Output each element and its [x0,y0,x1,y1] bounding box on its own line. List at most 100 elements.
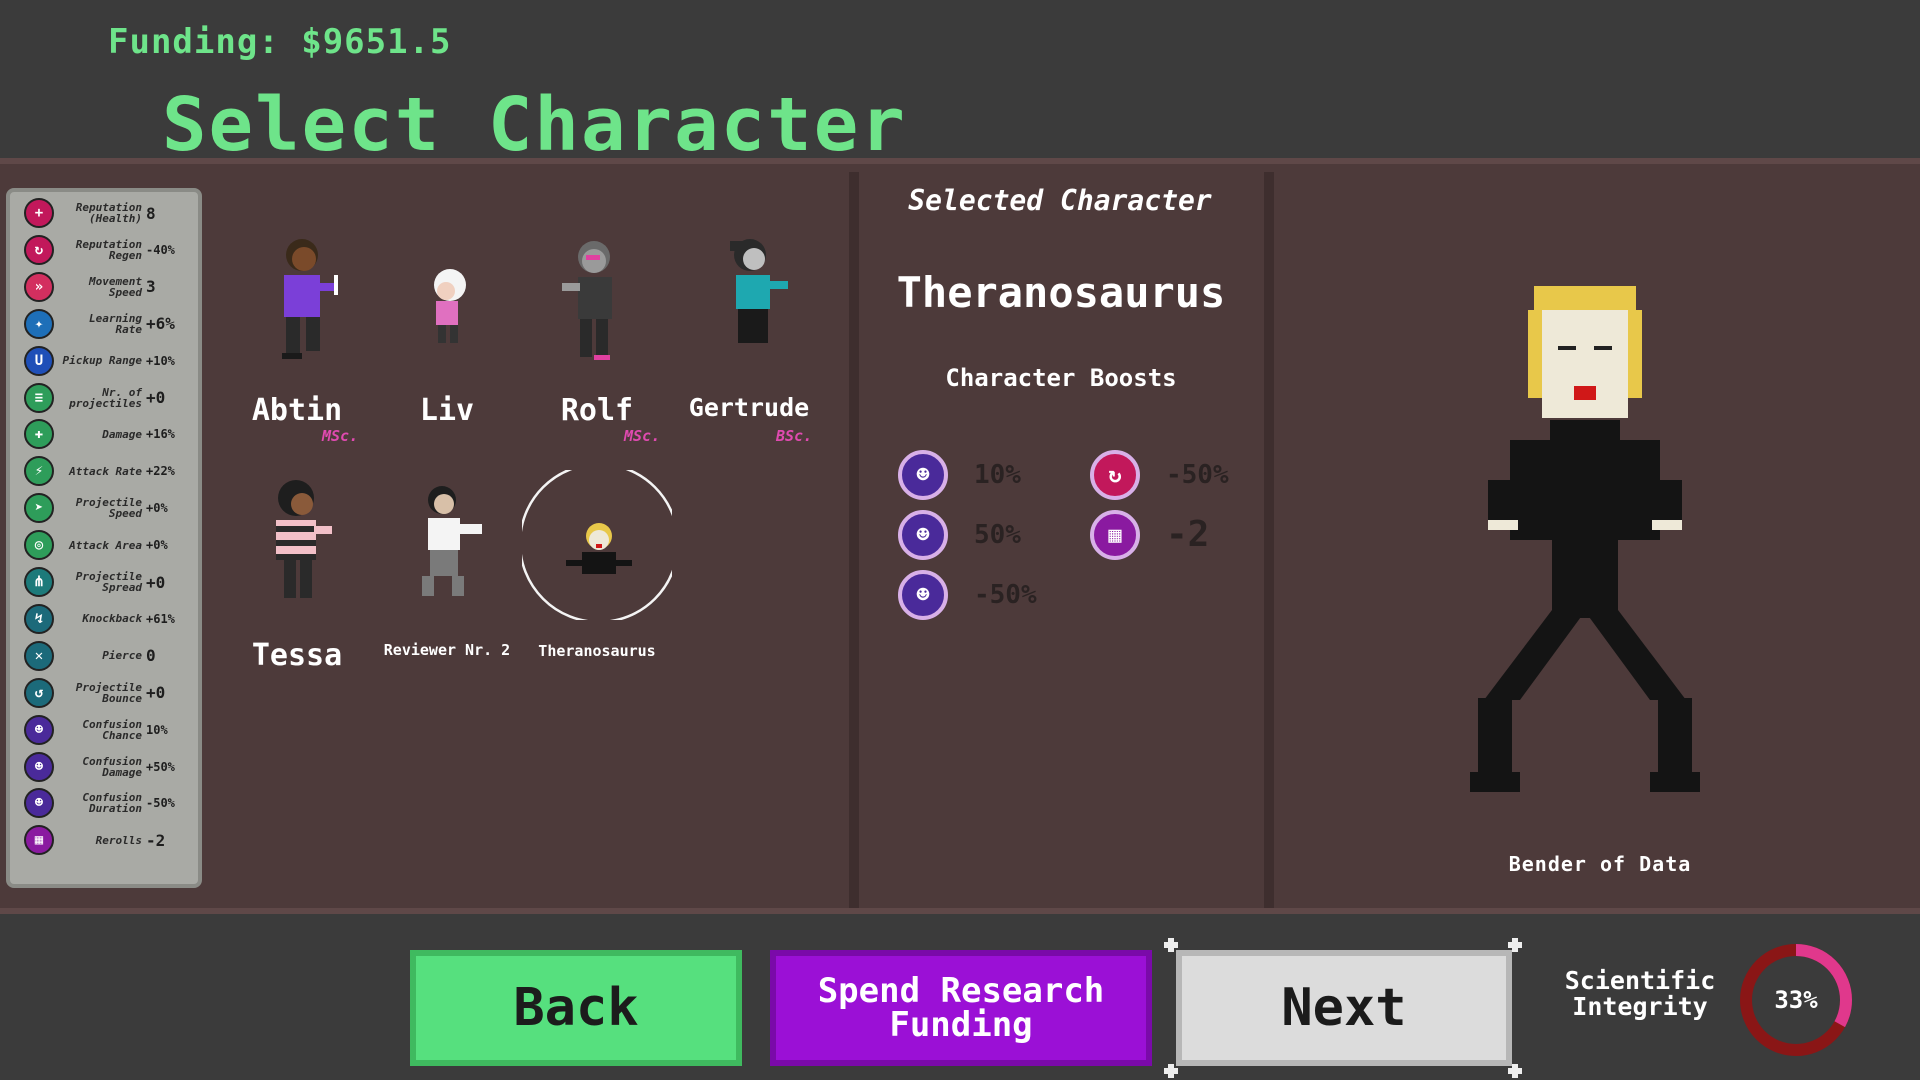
stats-panel: + Reputation (Health) 8 ↻ Reputation Regen -4… [6,188,202,888]
stat-label: Rerolls [95,833,142,847]
character-title: Bender of Data [1508,852,1692,876]
boost-value: -2 [1166,514,1210,555]
stat-label: Movement Speed [89,274,142,299]
stat-value: 10% [146,722,168,737]
stat-row: ✕ Pierce 0 [16,639,196,673]
stat-row: ⋔ Projectile Spread +0 [16,565,196,599]
preview-leg-left [1484,610,1586,700]
character-degree: MSc. [322,427,359,445]
back-button[interactable]: Back [410,950,742,1066]
speed-icon: » [24,271,54,302]
stat-label: Attack Rate [69,464,142,478]
scientific-integrity-value: 33% [1774,986,1818,1014]
stat-label: Damage [102,427,142,441]
confusion-chance-icon: ☻ [898,450,948,500]
funding-display: Funding: $9651.5 [108,22,452,62]
selection-corner-icon [1508,1064,1522,1078]
stat-row: ✚ Damage +16% [16,417,196,451]
pierce-icon: ✕ [24,640,54,671]
stat-value: +10% [146,353,175,368]
character-name: Reviewer Nr. 2 [383,641,511,659]
character-name: Liv [419,393,475,428]
stat-row: U Pickup Range +10% [16,344,196,378]
projectiles-icon: ≡ [24,382,54,413]
boost-value: 50% [974,520,1021,550]
stat-label: Knockback [82,612,142,626]
stat-value: 8 [146,203,156,223]
stat-label: Projectile Bounce [75,680,142,705]
selection-corner-icon [1164,938,1178,952]
preview-hand-right [1652,520,1682,530]
character-name: Abtin [251,393,343,428]
stat-row: ☻ Confusion Damage +50% [16,750,196,784]
tessa-sprite [276,480,332,598]
character-name: Tessa [251,638,343,673]
character-boosts-heading: Character Boosts [945,364,1177,392]
preview-hips [1552,538,1618,618]
header: Funding: $9651.5 Select Character [0,0,1920,168]
character-name: Theranosaurus [538,642,656,660]
stat-label: Attack Area [69,538,142,552]
spread-icon: ⋔ [24,567,54,597]
stat-row: ↻ Reputation Regen -40% [16,233,196,267]
stat-value: +22% [146,464,175,479]
stat-label: Learning Rate [89,311,142,336]
knockback-icon: ↯ [24,603,54,634]
attack-area-icon: ◎ [24,530,54,561]
plus-icon: + [24,198,54,228]
confusion-chance-icon: ☻ [24,714,54,745]
stat-label: Pickup Range [62,354,142,368]
column-divider [849,172,859,908]
selected-character-name: Theranosaurus [896,268,1226,317]
stat-value: -50% [146,796,175,811]
preview-hair-right [1626,310,1642,398]
boost-item: ▦ -2 [1090,510,1270,566]
gertrude-sprite [730,239,788,343]
stat-row: ☻ Confusion Chance 10% [16,713,196,747]
liv-sprite [434,269,466,343]
character-degree: MSc. [624,427,661,445]
stat-label: Pierce [102,649,142,663]
next-button[interactable]: Next [1176,950,1512,1066]
stat-row: ↺ Projectile Bounce +0 [16,676,196,710]
character-degree: BSc. [776,427,813,445]
damage-icon: ✚ [24,419,54,450]
stat-row: + Reputation (Health) 8 [16,196,196,230]
stat-label: Confusion Damage [82,754,142,779]
boost-item: ☻ -50% [898,570,1078,626]
preview-foot-right [1650,772,1700,792]
stat-value: -2 [146,830,166,850]
selection-corner-icon [1508,938,1522,952]
preview-hair-left [1528,310,1544,398]
theranosaurus-sprite [522,470,672,620]
stat-value: +0 [146,572,166,592]
learning-icon: ✦ [24,308,54,339]
dice-icon: ▦ [1090,510,1140,560]
dice-icon: ▦ [24,825,54,856]
stat-value: +6% [146,314,175,334]
rolf-sprite [562,241,612,360]
stat-value: +16% [146,427,175,442]
boost-item: ☻ 50% [898,510,1078,566]
selected-character-heading: Selected Character [908,184,1212,217]
stat-label: Reputation (Health) [75,201,142,225]
scientific-integrity-label: Scientific Integrity [1564,966,1716,1021]
stat-row: ◎ Attack Area +0% [16,528,196,562]
stat-row: ↯ Knockback +61% [16,602,196,636]
regen-icon: ↻ [24,234,54,265]
stat-value: +0 [146,683,166,703]
character-preview [1470,286,1700,792]
preview-torso [1510,440,1660,540]
preview-hand-left [1488,520,1518,530]
stat-value: -40% [146,242,175,257]
stat-value: +61% [146,611,175,626]
preview-eye-left [1558,346,1576,350]
stat-row: ≡ Nr. of projectiles +0 [16,381,196,415]
preview-mouth [1574,386,1596,400]
boost-value: -50% [974,580,1037,610]
stat-label: Projectile Speed [75,496,142,521]
stat-label: Confusion Duration [82,791,142,816]
preview-arm-left [1488,480,1518,520]
preview-arm-right [1652,480,1682,520]
spend-research-funding-button[interactable]: Spend Research Funding [770,950,1152,1066]
